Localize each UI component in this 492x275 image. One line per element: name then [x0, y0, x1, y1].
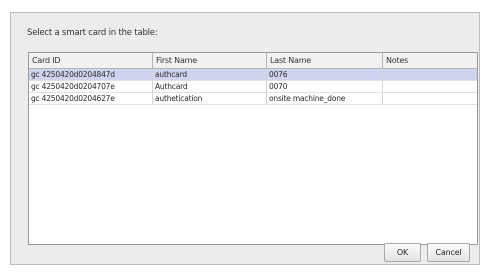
smart-card-table[interactable]: Card ID First Name Last Name Notes gc 42… [28, 52, 478, 245]
table-header: Card ID First Name Last Name Notes [29, 53, 477, 69]
cell-first-name: authcard [153, 69, 267, 81]
cell-last-name: onsite machine_done [267, 93, 383, 105]
cell-last-name: 0076 [267, 69, 383, 81]
cell-card-id: gc 4250420d0204707e [29, 81, 153, 93]
table-row[interactable]: gc 4250420d0204847d authcard 0076 [29, 69, 477, 81]
cell-first-name: authetication [153, 93, 267, 105]
cell-last-name: 0070 [267, 81, 383, 93]
cell-card-id: gc 4250420d0204847d [29, 69, 153, 81]
cell-card-id: gc 4250420d0204627e [29, 93, 153, 105]
ok-button[interactable]: OK [384, 243, 421, 262]
cell-notes [383, 81, 477, 93]
column-header-first-name[interactable]: First Name [153, 53, 267, 68]
cell-first-name: Authcard [153, 81, 267, 93]
column-header-notes[interactable]: Notes [383, 53, 477, 68]
smart-card-dialog: Select a smart card in the table: Card I… [10, 12, 480, 265]
instruction-label: Select a smart card in the table: [27, 28, 158, 38]
table-row[interactable]: gc 4250420d0204707e Authcard 0070 [29, 81, 477, 93]
cell-notes [383, 69, 477, 81]
cell-notes [383, 93, 477, 105]
column-header-card-id[interactable]: Card ID [29, 53, 153, 68]
column-header-last-name[interactable]: Last Name [267, 53, 383, 68]
cancel-button[interactable]: Cancel [427, 243, 470, 262]
table-row[interactable]: gc 4250420d0204627e authetication onsite… [29, 93, 477, 105]
